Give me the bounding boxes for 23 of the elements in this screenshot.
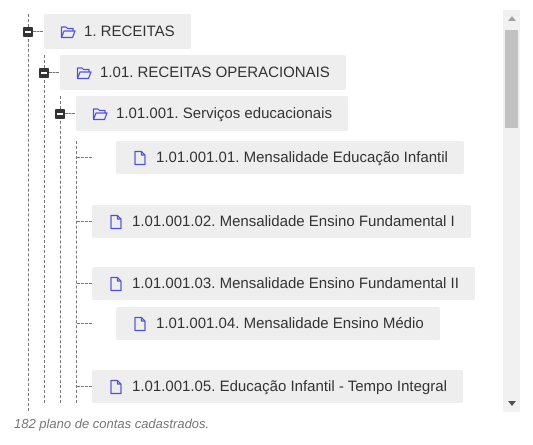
document-icon (108, 214, 124, 230)
folder-icon (60, 24, 76, 40)
collapse-toggle[interactable] (39, 68, 49, 78)
tree-node[interactable]: 1.01.001.05. Educação Infantil - Tempo Integral (92, 370, 463, 403)
scrollbar[interactable] (503, 10, 520, 412)
document-icon (108, 378, 124, 394)
folder-icon (76, 64, 92, 80)
collapse-toggle[interactable] (23, 26, 33, 36)
tree-node[interactable]: 1.01. RECEITAS OPERACIONAIS (60, 55, 346, 90)
tree-node[interactable]: 1.01.001. Serviços educacionais (76, 96, 348, 131)
document-icon (132, 316, 148, 332)
tree-node[interactable]: 1.01.001.04. Mensalidade Ensino Médio (116, 307, 440, 340)
scroll-thumb[interactable] (505, 30, 518, 128)
collapse-toggle[interactable] (55, 108, 65, 118)
tree-node[interactable]: 1. RECEITAS (44, 14, 191, 49)
folder-icon (92, 106, 108, 122)
tree-node[interactable]: 1.01.001.03. Mensalidade Ensino Fundamental II (92, 267, 475, 300)
document-icon (132, 150, 148, 166)
scroll-down-icon[interactable] (508, 401, 516, 406)
record-count: 182 plano de contas cadastrados. (13, 415, 210, 431)
tree-node[interactable]: 1.01.001.02. Mensalidade Ensino Fundamental I (92, 205, 471, 238)
document-icon (108, 276, 124, 292)
tree-node[interactable]: 1.01.001.01. Mensalidade Educação Infantil (116, 141, 464, 174)
